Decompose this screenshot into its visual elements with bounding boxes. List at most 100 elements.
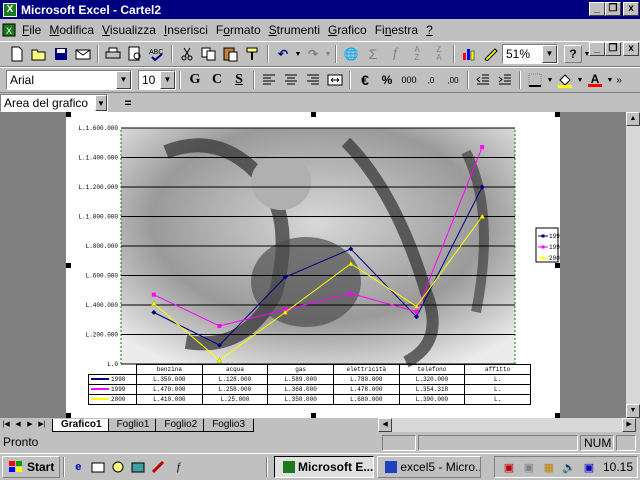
next-sheet-icon[interactable]: ▶ xyxy=(24,419,36,431)
print-icon[interactable] xyxy=(102,43,124,65)
menu-finestra[interactable]: Finestra xyxy=(371,23,422,37)
toolbar-options-icon[interactable]: ▼ xyxy=(582,43,592,65)
toolbar-more-icon[interactable]: » xyxy=(614,69,624,91)
formula-input[interactable] xyxy=(148,94,640,112)
bold-button[interactable]: G xyxy=(184,69,206,91)
start-button[interactable]: Start xyxy=(2,456,61,478)
increase-indent-icon[interactable] xyxy=(494,69,516,91)
drawing-icon[interactable] xyxy=(480,43,502,65)
excel-app-icon[interactable]: X xyxy=(3,2,17,17)
hyperlink-icon[interactable]: 🌐 xyxy=(340,43,362,65)
sort-descending-icon[interactable]: ZA xyxy=(428,43,450,65)
close-button[interactable]: x xyxy=(623,2,639,16)
internet-explorer-icon[interactable]: e xyxy=(70,459,86,475)
menu-help[interactable]: ? xyxy=(422,23,437,37)
name-box-dropdown-icon[interactable]: ▼ xyxy=(95,94,107,111)
font-size-select[interactable]: 10 ▼ xyxy=(138,70,176,90)
tray-icon[interactable]: ▦ xyxy=(541,459,557,475)
volume-icon[interactable]: 🔈 xyxy=(561,459,577,475)
open-icon[interactable] xyxy=(28,43,50,65)
copy-icon[interactable] xyxy=(198,43,220,65)
menu-strumenti[interactable]: Strumenti xyxy=(265,23,324,37)
tab-foglio2[interactable]: Foglio2 xyxy=(155,418,207,432)
font-select[interactable]: Arial ▼ xyxy=(6,70,132,90)
scroll-up-icon[interactable]: ▲ xyxy=(626,112,640,126)
menu-modifica[interactable]: Modifica xyxy=(45,23,98,37)
chart-legend[interactable]: 1998 1999 2000 xyxy=(535,227,564,263)
thousands-button[interactable]: 000 xyxy=(398,69,420,91)
chart-wizard-icon[interactable] xyxy=(458,43,480,65)
redo-dropdown-icon[interactable]: ▼ xyxy=(324,43,332,65)
borders-icon[interactable] xyxy=(524,69,546,91)
selection-handle[interactable] xyxy=(66,263,71,268)
sort-ascending-icon[interactable]: AZ xyxy=(406,43,428,65)
task-word[interactable]: excel5 - Micro... xyxy=(377,456,482,478)
scroll-left-icon[interactable]: ◀ xyxy=(378,418,393,432)
zoom-select[interactable]: 51% ▼ xyxy=(502,44,558,64)
scroll-right-icon[interactable]: ▶ xyxy=(622,418,637,432)
paste-icon[interactable] xyxy=(220,43,242,65)
selection-handle[interactable] xyxy=(555,263,560,268)
align-left-icon[interactable] xyxy=(258,69,280,91)
menu-inserisci[interactable]: Inserisci xyxy=(160,23,212,37)
task-excel[interactable]: Microsoft E... xyxy=(274,456,375,478)
function-icon[interactable]: f xyxy=(384,43,406,65)
menu-visualizza[interactable]: Visualizza xyxy=(98,23,160,37)
vertical-scrollbar[interactable]: ▲ ▼ xyxy=(626,112,640,418)
zoom-dropdown-icon[interactable]: ▼ xyxy=(542,45,557,63)
increase-decimal-icon[interactable]: ,0 xyxy=(420,69,442,91)
autosum-icon[interactable]: Σ xyxy=(362,43,384,65)
menu-file[interactable]: File xyxy=(18,23,45,37)
print-preview-icon[interactable] xyxy=(124,43,146,65)
merge-center-icon[interactable] xyxy=(324,69,346,91)
tab-foglio3[interactable]: Foglio3 xyxy=(203,418,255,432)
tray-icon[interactable]: ▣ xyxy=(501,459,517,475)
outlook-express-icon[interactable] xyxy=(90,459,106,475)
help-icon[interactable]: ? xyxy=(564,45,582,63)
font-dropdown-icon[interactable]: ▼ xyxy=(116,71,131,89)
first-sheet-icon[interactable]: |◀ xyxy=(0,419,12,431)
menu-grafico[interactable]: Grafico xyxy=(324,23,371,37)
decrease-indent-icon[interactable] xyxy=(472,69,494,91)
minimize-button[interactable]: _ xyxy=(589,2,605,16)
horizontal-scrollbar[interactable] xyxy=(392,418,623,432)
font-color-button[interactable]: A xyxy=(584,69,606,91)
selection-handle[interactable] xyxy=(555,112,560,117)
tab-grafico1[interactable]: Grafico1 xyxy=(52,418,111,432)
undo-icon[interactable]: ↶ xyxy=(272,43,294,65)
channels-icon[interactable] xyxy=(110,459,126,475)
tools-icon[interactable] xyxy=(150,459,166,475)
chart-area[interactable]: L.1.600.000 L.1.400.000 L.1.200.000 L.1.000… xyxy=(66,112,564,418)
cut-icon[interactable] xyxy=(176,43,198,65)
decrease-decimal-icon[interactable]: ,00 xyxy=(442,69,464,91)
underline-button[interactable]: S xyxy=(228,69,250,91)
name-box[interactable]: Area del grafico ▼ xyxy=(0,93,108,112)
selection-handle[interactable] xyxy=(311,112,316,117)
font-size-dropdown-icon[interactable]: ▼ xyxy=(160,71,175,89)
save-icon[interactable] xyxy=(50,43,72,65)
email-icon[interactable] xyxy=(72,43,94,65)
tray-icon[interactable]: ▣ xyxy=(581,459,597,475)
show-desktop-icon[interactable] xyxy=(130,459,146,475)
restore-button[interactable]: ❐ xyxy=(605,2,621,16)
prev-sheet-icon[interactable]: ◀ xyxy=(12,419,24,431)
percent-button[interactable]: % xyxy=(376,69,398,91)
font-color-dropdown-icon[interactable]: ▼ xyxy=(606,69,614,91)
tab-foglio1[interactable]: Foglio1 xyxy=(107,418,159,432)
scroll-down-icon[interactable]: ▼ xyxy=(626,404,640,418)
redo-icon[interactable]: ↷ xyxy=(302,43,324,65)
borders-dropdown-icon[interactable]: ▼ xyxy=(546,69,554,91)
spelling-icon[interactable]: ABC xyxy=(146,43,168,65)
undo-dropdown-icon[interactable]: ▼ xyxy=(294,43,302,65)
currency-button[interactable]: € xyxy=(354,69,376,91)
selection-handle[interactable] xyxy=(66,112,71,117)
fill-color-dropdown-icon[interactable]: ▼ xyxy=(576,69,584,91)
format-painter-icon[interactable] xyxy=(242,43,264,65)
italic-button[interactable]: C xyxy=(206,69,228,91)
menu-formato[interactable]: Formato xyxy=(212,23,265,37)
new-icon[interactable] xyxy=(6,43,28,65)
last-sheet-icon[interactable]: ▶| xyxy=(36,419,48,431)
align-right-icon[interactable] xyxy=(302,69,324,91)
tray-icon[interactable]: ▣ xyxy=(521,459,537,475)
fill-color-icon[interactable] xyxy=(554,69,576,91)
